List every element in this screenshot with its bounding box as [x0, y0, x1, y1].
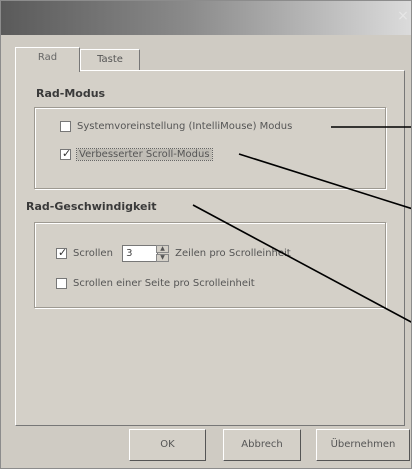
system-default-radio[interactable]	[60, 121, 71, 132]
spin-up-icon[interactable]: ▲	[156, 245, 170, 253]
wheel-speed-title: Rad-Geschwindigkeit	[26, 200, 157, 213]
option-scroll-page[interactable]: Scrollen einer Seite pro Scrolleinheit	[56, 278, 255, 290]
wheel-mode-group	[34, 107, 386, 189]
settings-dialog: × Rad Taste Rad-Modus Systemvoreinstellu…	[0, 0, 412, 469]
apply-button[interactable]: Übernehmen	[316, 429, 410, 461]
scroll-page-radio[interactable]	[56, 278, 67, 289]
wheel-mode-title: Rad-Modus	[36, 87, 106, 100]
lines-spinner[interactable]: ▲ ▼	[156, 245, 170, 262]
tab-panel-rad: Rad-Modus Systemvoreinstellung (IntelliM…	[15, 70, 405, 426]
enhanced-scroll-radio[interactable]: ✓	[60, 147, 72, 160]
option-system-default[interactable]: Systemvoreinstellung (IntelliMouse) Modu…	[60, 121, 292, 133]
option-enhanced-scroll[interactable]: ✓ Verbesserter Scroll-Modus	[60, 147, 213, 161]
lines-per-notch-input[interactable]: 3	[122, 245, 159, 262]
check-mark-icon: ✓	[62, 147, 72, 160]
spin-down-icon[interactable]: ▼	[156, 254, 170, 262]
scroll-lines-radio[interactable]: ✓	[56, 246, 68, 259]
ok-button[interactable]: OK	[129, 429, 206, 461]
wheel-speed-group	[34, 222, 386, 308]
title-bar[interactable]: ×	[1, 1, 411, 35]
tab-rad[interactable]: Rad	[15, 47, 80, 72]
tab-taste[interactable]: Taste	[80, 49, 140, 71]
option-scroll-lines[interactable]: ✓ Scrollen 3 ▲ ▼ Zeilen pro Scrolleinheit	[56, 245, 291, 262]
close-icon[interactable]: ×	[395, 8, 411, 24]
cancel-button[interactable]: Abbrech	[223, 429, 301, 461]
check-mark-icon: ✓	[58, 246, 68, 259]
